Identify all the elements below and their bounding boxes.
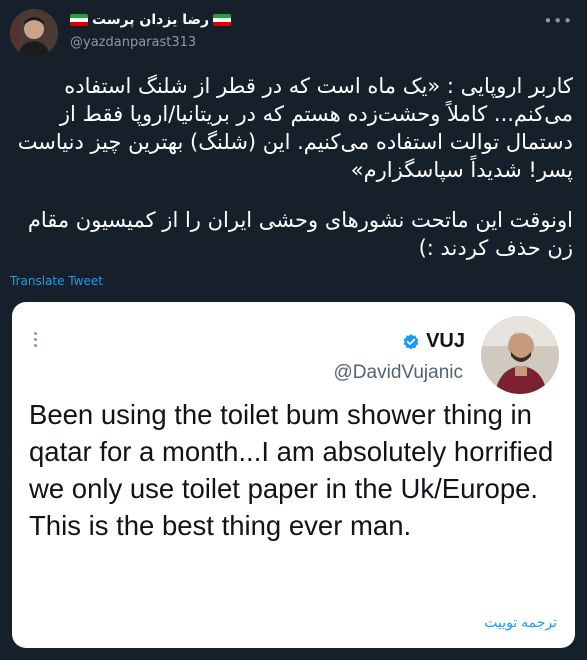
card-menu-icon[interactable] (34, 332, 38, 350)
tweet-paragraph: کاربر اروپایی : «یک ماه است که در قطر از… (17, 74, 573, 182)
verified-badge-icon (403, 333, 419, 349)
iran-flag-icon (70, 14, 88, 26)
tweet-paragraph: اونوقت این ماتحت نشورهای وحشی ایران را ا… (27, 208, 573, 260)
card-author-name[interactable]: VUJ (426, 330, 465, 353)
iran-flag-icon (213, 14, 232, 26)
author-name-row: رضا یزدان پرست (70, 12, 232, 28)
tweet-body: کاربر اروپایی : «یک ماه است که در قطر از… (12, 72, 573, 262)
quoted-tweet-card[interactable]: VUJ @DavidVujanic Been using the toilet … (12, 302, 575, 648)
quoted-tweet-text: Been using the toilet bum shower thing i… (29, 399, 554, 541)
card-name-row: VUJ (402, 330, 465, 353)
card-author-handle[interactable]: @DavidVujanic (334, 362, 463, 384)
translate-tweet-link[interactable]: Translate Tweet (10, 274, 103, 288)
card-translate-link[interactable]: ترجمه توییت (484, 614, 557, 631)
card-author-avatar[interactable] (481, 316, 559, 394)
author-display-name[interactable]: رضا یزدان پرست (92, 12, 209, 28)
more-options-icon[interactable]: ••• (543, 12, 573, 30)
avatar-photo-icon (481, 316, 559, 394)
avatar-photo-icon (10, 9, 58, 57)
author-handle[interactable]: @yazdanparast313 (70, 35, 196, 50)
author-avatar[interactable] (10, 9, 58, 57)
